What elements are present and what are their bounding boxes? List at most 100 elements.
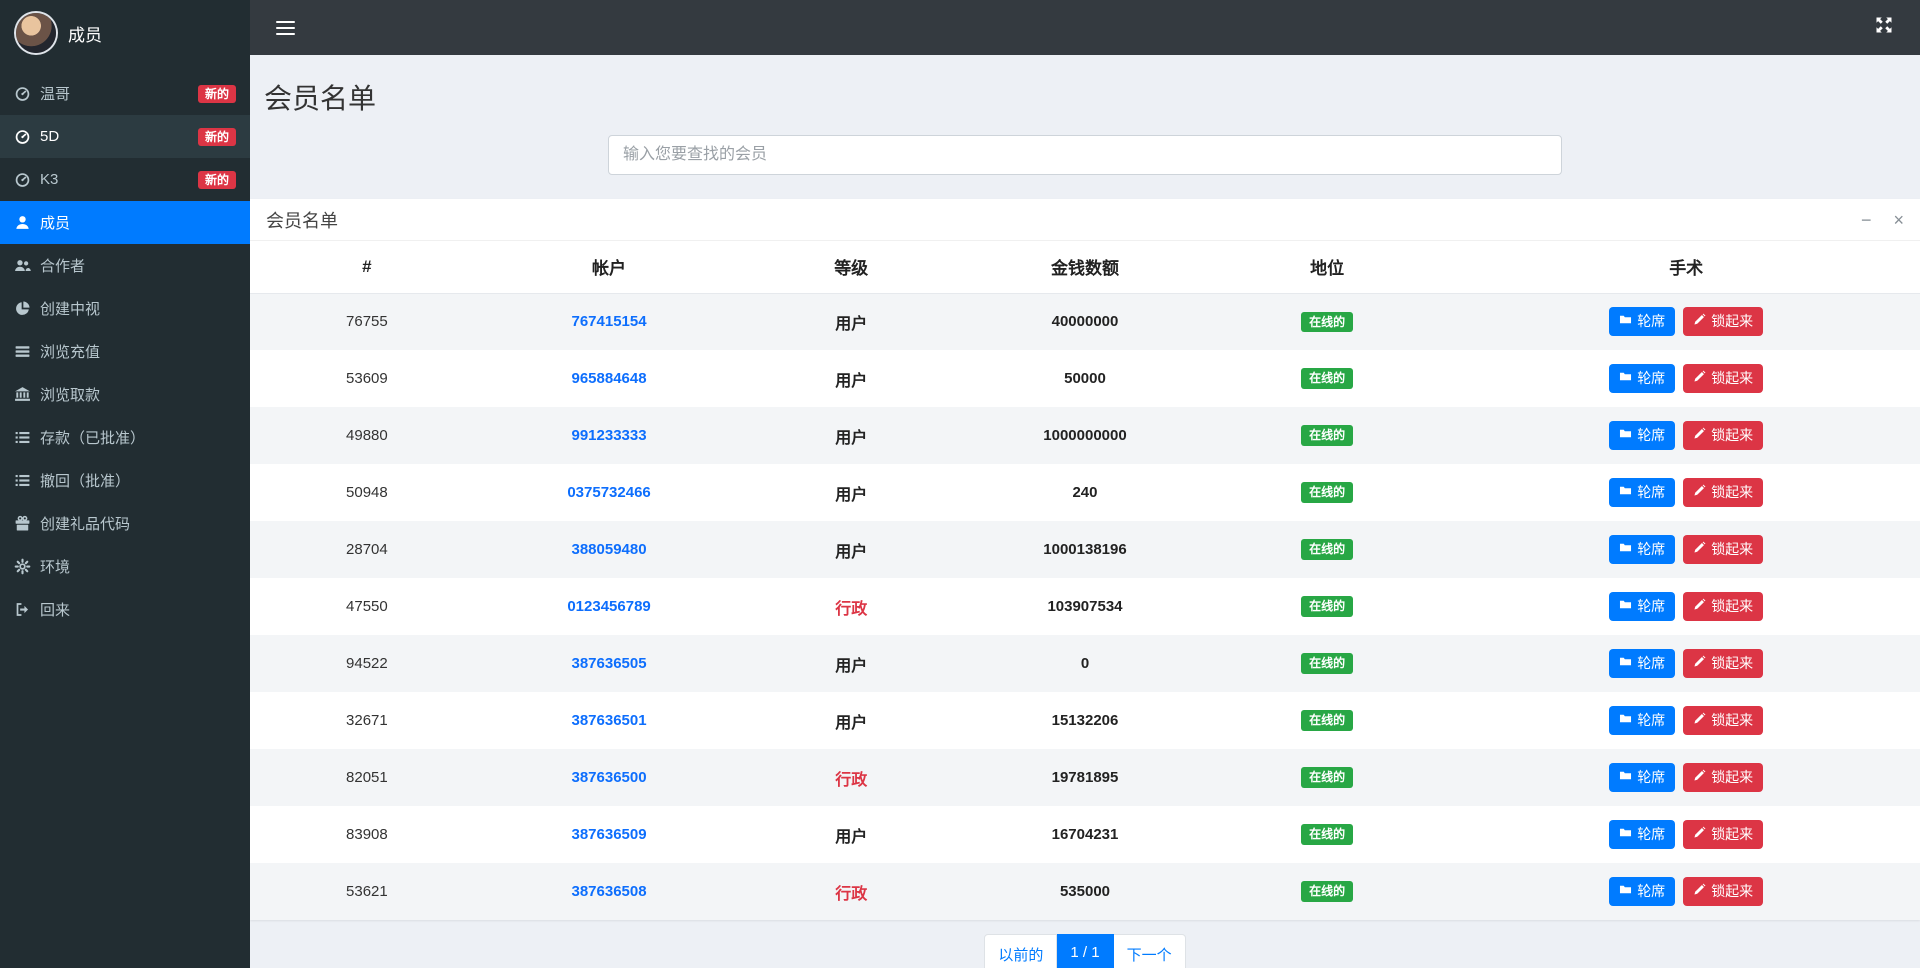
pencil-icon xyxy=(1693,655,1706,672)
close-button[interactable]: × xyxy=(1893,211,1904,229)
page-title: 会员名单 xyxy=(250,55,1920,127)
view-button[interactable]: 轮席 xyxy=(1609,592,1675,621)
bank-icon xyxy=(14,386,40,403)
view-button-label: 轮席 xyxy=(1637,370,1665,387)
lock-button[interactable]: 锁起来 xyxy=(1683,307,1763,336)
lock-button[interactable]: 锁起来 xyxy=(1683,649,1763,678)
sidebar-item-environment[interactable]: 环境 xyxy=(0,545,250,588)
pagination-next[interactable]: 下一个 xyxy=(1114,934,1186,968)
view-button-label: 轮席 xyxy=(1637,712,1665,729)
list-icon xyxy=(14,472,40,489)
view-button[interactable]: 轮席 xyxy=(1609,364,1675,393)
lock-button[interactable]: 锁起来 xyxy=(1683,706,1763,735)
lock-button[interactable]: 锁起来 xyxy=(1683,592,1763,621)
sidebar-item-5d[interactable]: 5D新的 xyxy=(0,115,250,158)
table-row: 475500123456789行政103907534在线的轮席锁起来 xyxy=(250,578,1920,635)
view-button[interactable]: 轮席 xyxy=(1609,478,1675,507)
view-button[interactable]: 轮席 xyxy=(1609,877,1675,906)
minimize-button[interactable]: − xyxy=(1861,211,1872,229)
fullscreen-button[interactable] xyxy=(1874,15,1894,40)
sidebar-item-create-gift-code[interactable]: 创建礼品代码 xyxy=(0,502,250,545)
view-button[interactable]: 轮席 xyxy=(1609,649,1675,678)
main-area: 会员名单 会员名单 − × xyxy=(250,0,1920,968)
table-row: 76755767415154用户40000000在线的轮席锁起来 xyxy=(250,293,1920,350)
view-button[interactable]: 轮席 xyxy=(1609,763,1675,792)
member-id: 47550 xyxy=(250,578,484,635)
member-id: 53609 xyxy=(250,350,484,407)
lock-button[interactable]: 锁起来 xyxy=(1683,763,1763,792)
money-amount: 40000000 xyxy=(1052,313,1119,330)
view-button[interactable]: 轮席 xyxy=(1609,307,1675,336)
sidebar-item-k3[interactable]: K3新的 xyxy=(0,158,250,201)
pagination-previous[interactable]: 以前的 xyxy=(984,934,1057,968)
sidebar-item-deposits-approved[interactable]: 存款（已批准） xyxy=(0,416,250,459)
status-badge: 在线的 xyxy=(1301,653,1353,673)
lock-button[interactable]: 锁起来 xyxy=(1683,877,1763,906)
lock-button-label: 锁起来 xyxy=(1711,826,1753,843)
folder-icon xyxy=(1619,598,1632,615)
pagination-current[interactable]: 1 / 1 xyxy=(1057,934,1113,968)
account-link[interactable]: 387636509 xyxy=(572,826,647,843)
account-link[interactable]: 387636501 xyxy=(572,712,647,729)
status-badge: 在线的 xyxy=(1301,482,1353,502)
view-button[interactable]: 轮席 xyxy=(1609,706,1675,735)
money-amount: 19781895 xyxy=(1052,769,1119,786)
account-link[interactable]: 387636500 xyxy=(572,769,647,786)
sidebar-item-browse-recharge[interactable]: 浏览充值 xyxy=(0,330,250,373)
member-level: 行政 xyxy=(835,601,867,618)
member-id: 49880 xyxy=(250,407,484,464)
hamburger-menu-button[interactable] xyxy=(276,21,295,35)
table-row: 49880991233333用户1000000000在线的轮席锁起来 xyxy=(250,407,1920,464)
view-button[interactable]: 轮席 xyxy=(1609,421,1675,450)
table-row: 82051387636500行政19781895在线的轮席锁起来 xyxy=(250,749,1920,806)
pie-chart-icon xyxy=(14,300,40,317)
sidebar-item-create-view[interactable]: 创建中视 xyxy=(0,287,250,330)
column-header: 帐户 xyxy=(484,241,735,293)
lock-button[interactable]: 锁起来 xyxy=(1683,535,1763,564)
table-row: 53621387636508行政535000在线的轮席锁起来 xyxy=(250,863,1920,920)
sidebar-item-withdrawals-approved[interactable]: 撤回（批准） xyxy=(0,459,250,502)
lock-button-label: 锁起来 xyxy=(1711,712,1753,729)
account-link[interactable]: 0375732466 xyxy=(567,484,650,501)
member-id: 50948 xyxy=(250,464,484,521)
members-table: #帐户等级金钱数额地位手术 76755767415154用户40000000在线… xyxy=(250,241,1920,920)
dashboard-icon xyxy=(14,171,40,188)
lock-button[interactable]: 锁起来 xyxy=(1683,820,1763,849)
view-button-label: 轮席 xyxy=(1637,883,1665,900)
account-link[interactable]: 0123456789 xyxy=(567,598,650,615)
row-actions: 轮席 锁起来 xyxy=(1452,877,1920,906)
member-id: 53621 xyxy=(250,863,484,920)
row-actions: 轮席锁起来 xyxy=(1452,535,1920,564)
sidebar-item-partners[interactable]: 合作者 xyxy=(0,244,250,287)
member-id: 83908 xyxy=(250,806,484,863)
lock-button[interactable]: 锁起来 xyxy=(1683,421,1763,450)
account-link[interactable]: 388059480 xyxy=(572,541,647,558)
sidebar-item-browse-withdraw[interactable]: 浏览取款 xyxy=(0,373,250,416)
lock-button[interactable]: 锁起来 xyxy=(1683,364,1763,393)
pencil-icon xyxy=(1693,313,1706,330)
logout-icon xyxy=(14,601,40,618)
account-link[interactable]: 965884648 xyxy=(572,370,647,387)
view-button[interactable]: 轮席 xyxy=(1609,820,1675,849)
account-link[interactable]: 387636505 xyxy=(572,655,647,672)
content: 会员名单 会员名单 − × xyxy=(250,55,1920,968)
members-panel: 会员名单 − × #帐户等级金钱数额地位手术 76755767415154用户4… xyxy=(250,199,1920,920)
list-icon xyxy=(14,429,40,446)
member-level: 用户 xyxy=(835,316,867,333)
sidebar-item-members[interactable]: 成员 xyxy=(0,201,250,244)
lock-button[interactable]: 锁起来 xyxy=(1683,478,1763,507)
sidebar-item-wenge[interactable]: 温哥新的 xyxy=(0,72,250,115)
member-id: 94522 xyxy=(250,635,484,692)
account-link[interactable]: 991233333 xyxy=(572,427,647,444)
account-link[interactable]: 387636508 xyxy=(572,883,647,900)
sidebar-item-back[interactable]: 回来 xyxy=(0,588,250,631)
column-header: 地位 xyxy=(1202,241,1453,293)
folder-icon xyxy=(1619,427,1632,444)
search-input[interactable] xyxy=(608,135,1562,175)
view-button[interactable]: 轮席 xyxy=(1609,535,1675,564)
member-level: 行政 xyxy=(835,886,867,903)
sidebar-item-label: 合作者 xyxy=(40,255,85,276)
account-link[interactable]: 767415154 xyxy=(572,313,647,330)
new-badge: 新的 xyxy=(198,85,236,103)
row-actions: 轮席锁起来 xyxy=(1452,307,1920,336)
